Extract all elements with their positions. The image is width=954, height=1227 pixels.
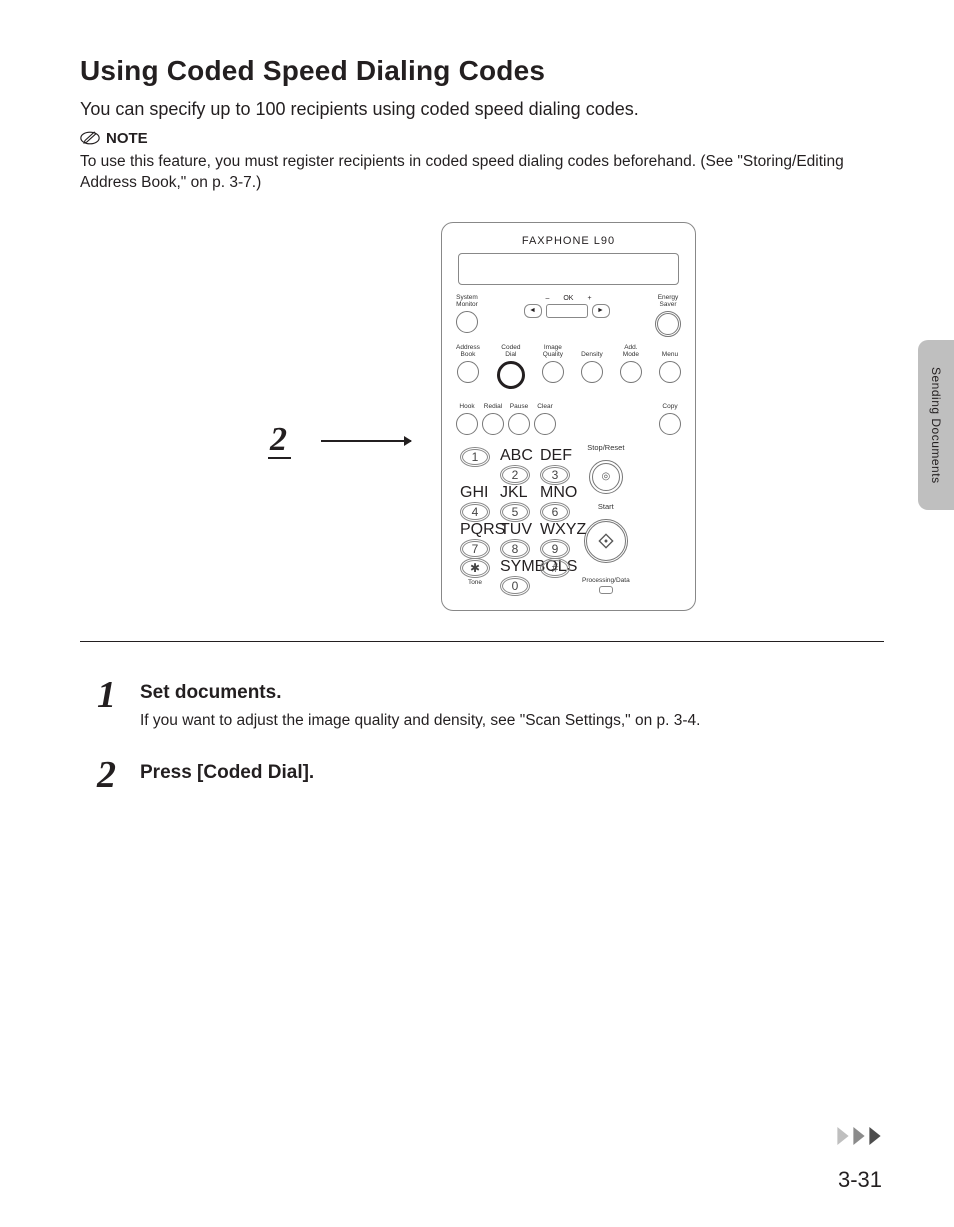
pause-button[interactable] xyxy=(508,413,530,435)
key-8[interactable]: 8 xyxy=(500,539,530,559)
dialpad: 1 ABC2 DEF3 GHI4 JKL5 MNO6 PQRS7 TUV8 WX… xyxy=(460,447,570,588)
key-4[interactable]: 4 xyxy=(460,502,490,522)
key-9[interactable]: 9 xyxy=(540,539,570,559)
key-9-letters: WXYZ xyxy=(540,521,586,538)
section-divider xyxy=(80,641,884,642)
row-function-2: Hook Redial Pause Clear Copy xyxy=(456,397,681,435)
coded-dial-button[interactable] xyxy=(497,361,525,389)
label-system-monitor: System Monitor xyxy=(456,295,478,309)
label-clear: Clear xyxy=(537,397,553,411)
device-panel: FAXPHONE L90 System Monitor – OK + xyxy=(441,222,696,611)
label-image-quality: Image Quality xyxy=(543,345,563,359)
step-1-number: 1 xyxy=(80,676,116,730)
note-row: NOTE xyxy=(80,128,884,148)
page-footer: 3-31 xyxy=(80,1127,882,1193)
note-text-post: ," on p. 3-7.) xyxy=(177,174,262,191)
left-arrow-button[interactable]: ◄ xyxy=(524,304,542,318)
label-menu: Menu xyxy=(662,345,678,359)
density-button[interactable] xyxy=(581,361,603,383)
key-6[interactable]: 6 xyxy=(540,502,570,522)
label-pause: Pause xyxy=(510,397,528,411)
label-tone: Tone xyxy=(460,580,490,587)
step-2: 2 Press [Coded Dial]. xyxy=(80,756,884,794)
step-1-desc-pre: If you want to adjust the image quality … xyxy=(140,712,525,729)
device-figure: 2 FAXPHONE L90 System Monitor – OK + xyxy=(80,222,884,611)
chapter-side-tab: Sending Documents xyxy=(918,340,954,510)
label-hook: Hook xyxy=(459,397,474,411)
key-2-letters: ABC xyxy=(500,447,533,464)
section-intro: You can specify up to 100 recipients usi… xyxy=(80,99,884,120)
row-top: System Monitor – OK + ◄ ► xyxy=(456,295,681,337)
page: Using Coded Speed Dialing Codes You can … xyxy=(0,0,954,1227)
device-lcd xyxy=(458,253,679,285)
pencil-icon xyxy=(80,128,100,148)
label-processing: Processing/Data xyxy=(582,577,630,584)
step-2-title: Press [Coded Dial]. xyxy=(140,762,314,784)
label-redial: Redial xyxy=(484,397,502,411)
step-1-desc-post: ," on p. 3-4. xyxy=(621,712,701,729)
key-4-letters: GHI xyxy=(460,484,488,501)
label-start: Start xyxy=(598,502,614,511)
key-star[interactable]: ✱ xyxy=(460,558,490,578)
label-plus: + xyxy=(587,295,591,302)
key-2[interactable]: 2 xyxy=(500,465,530,485)
redial-button[interactable] xyxy=(482,413,504,435)
clear-button[interactable] xyxy=(534,413,556,435)
right-arrow-button[interactable]: ► xyxy=(592,304,610,318)
section-heading: Using Coded Speed Dialing Codes xyxy=(80,55,884,87)
device-title: FAXPHONE L90 xyxy=(454,235,683,247)
key-6-letters: MNO xyxy=(540,484,577,501)
ok-button[interactable] xyxy=(546,304,588,318)
note-label: NOTE xyxy=(106,130,148,147)
key-5-letters: JKL xyxy=(500,484,528,501)
note-text-pre: To use this feature, you must register r… xyxy=(80,153,743,170)
processing-led xyxy=(599,586,613,594)
system-monitor-button[interactable] xyxy=(456,311,478,333)
dialpad-area: 1 ABC2 DEF3 GHI4 JKL5 MNO6 PQRS7 TUV8 WX… xyxy=(454,443,683,594)
label-energy-saver: Energy Saver xyxy=(658,295,679,309)
hook-button[interactable] xyxy=(456,413,478,435)
key-0[interactable]: 0 xyxy=(500,576,530,596)
key-1[interactable]: 1 xyxy=(460,447,490,467)
label-minus: – xyxy=(545,295,549,302)
copy-button[interactable] xyxy=(659,413,681,435)
key-3[interactable]: 3 xyxy=(540,465,570,485)
step-1-title: Set documents. xyxy=(140,682,700,704)
step-1-desc: If you want to adjust the image quality … xyxy=(140,712,700,730)
image-quality-button[interactable] xyxy=(542,361,564,383)
page-number: 3-31 xyxy=(838,1167,882,1193)
energy-saver-button[interactable] xyxy=(655,311,681,337)
figure-callout-number: 2 xyxy=(268,423,291,459)
step-1-link[interactable]: Scan Settings xyxy=(525,712,621,729)
label-address-book: Address Book xyxy=(456,345,480,359)
key-5[interactable]: 5 xyxy=(500,502,530,522)
step-2-number: 2 xyxy=(80,756,116,794)
row-function-1: Address Book Coded Dial Image Quality De… xyxy=(456,345,681,389)
label-stop-reset: Stop/Reset xyxy=(587,443,624,452)
add-mode-button[interactable] xyxy=(620,361,642,383)
label-ok: OK xyxy=(563,295,573,302)
label-add-mode: Add. Mode xyxy=(623,345,639,359)
start-button[interactable] xyxy=(584,519,628,563)
note-text: To use this feature, you must register r… xyxy=(80,152,884,194)
address-book-button[interactable] xyxy=(457,361,479,383)
step-1: 1 Set documents. If you want to adjust t… xyxy=(80,676,884,730)
stop-reset-button[interactable]: ◎ xyxy=(589,460,623,494)
key-hash[interactable]: # xyxy=(540,558,570,578)
label-copy: Copy xyxy=(662,397,677,411)
chapter-side-tab-label: Sending Documents xyxy=(929,367,943,484)
continue-arrows-icon xyxy=(836,1127,882,1145)
label-coded-dial: Coded Dial xyxy=(501,345,520,359)
menu-button[interactable] xyxy=(659,361,681,383)
figure-callout-arrow xyxy=(321,440,411,442)
key-7[interactable]: 7 xyxy=(460,539,490,559)
key-7-letters: PQRS xyxy=(460,521,505,538)
label-density: Density xyxy=(581,345,603,359)
key-8-letters: TUV xyxy=(500,521,532,538)
key-3-letters: DEF xyxy=(540,447,572,464)
